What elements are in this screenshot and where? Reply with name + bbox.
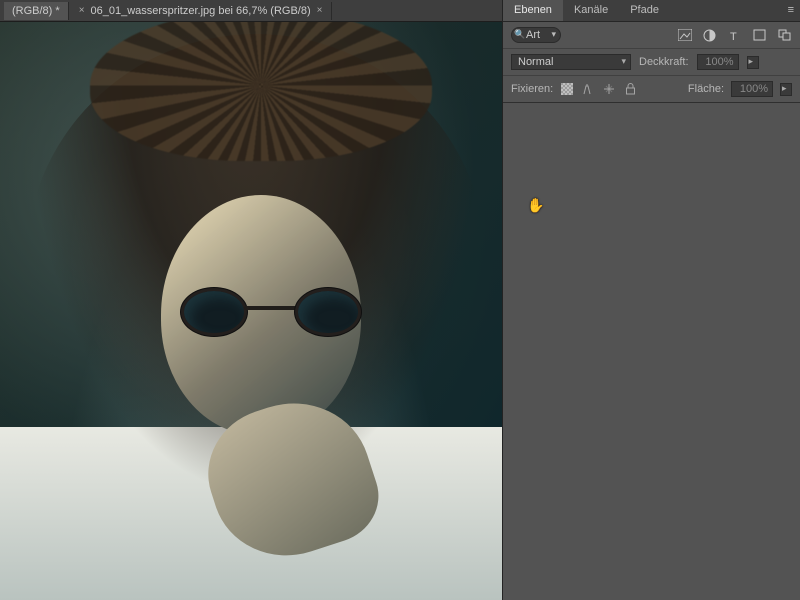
tab-pfade[interactable]: Pfade <box>619 0 670 21</box>
close-icon[interactable]: × <box>79 5 85 16</box>
lock-position-icon[interactable] <box>602 82 616 96</box>
filter-smart-icon[interactable] <box>777 29 792 42</box>
layer-filter-select[interactable]: Art <box>511 27 561 43</box>
tab-label: 06_01_wasserspritzer.jpg bei 66,7% (RGB/… <box>91 5 311 17</box>
lock-label: Fixieren: <box>511 83 553 95</box>
opacity-stepper[interactable] <box>747 56 759 69</box>
opacity-label: Deckkraft: <box>639 56 689 68</box>
fill-value[interactable]: 100% <box>731 81 773 97</box>
close-icon[interactable]: × <box>317 5 323 16</box>
fill-label: Fläche: <box>688 83 724 95</box>
filter-shape-icon[interactable] <box>752 29 767 42</box>
document-tab-active[interactable]: (RGB/8) * <box>4 2 69 20</box>
layers-list <box>503 103 800 600</box>
filter-image-icon[interactable] <box>677 29 692 42</box>
tab-label: (RGB/8) * <box>12 5 60 17</box>
panel-menu-icon[interactable]: ≡ <box>782 0 800 21</box>
document-tab[interactable]: × 06_01_wasserspritzer.jpg bei 66,7% (RG… <box>71 2 332 20</box>
svg-text:T: T <box>730 31 737 41</box>
filter-label: Art <box>526 29 540 41</box>
photo-preview <box>0 22 502 600</box>
tab-kanaele[interactable]: Kanäle <box>563 0 619 21</box>
canvas[interactable] <box>0 22 502 600</box>
opacity-value[interactable]: 100% <box>697 54 739 70</box>
lock-pixels-icon[interactable] <box>581 82 595 96</box>
fill-stepper[interactable] <box>780 83 792 96</box>
lock-all-icon[interactable] <box>623 82 637 96</box>
filter-type-icon[interactable]: T <box>727 29 742 42</box>
lock-transparency-icon[interactable] <box>560 82 574 96</box>
filter-adjust-icon[interactable] <box>702 29 717 42</box>
document-tab-bar: (RGB/8) * × 06_01_wasserspritzer.jpg bei… <box>0 0 502 22</box>
blend-mode-value: Normal <box>518 56 553 68</box>
layers-panel: Ebenen Kanäle Pfade ≡ Art T Normal Deckk… <box>502 0 800 600</box>
blend-mode-select[interactable]: Normal <box>511 54 631 70</box>
tab-ebenen[interactable]: Ebenen <box>503 0 563 21</box>
